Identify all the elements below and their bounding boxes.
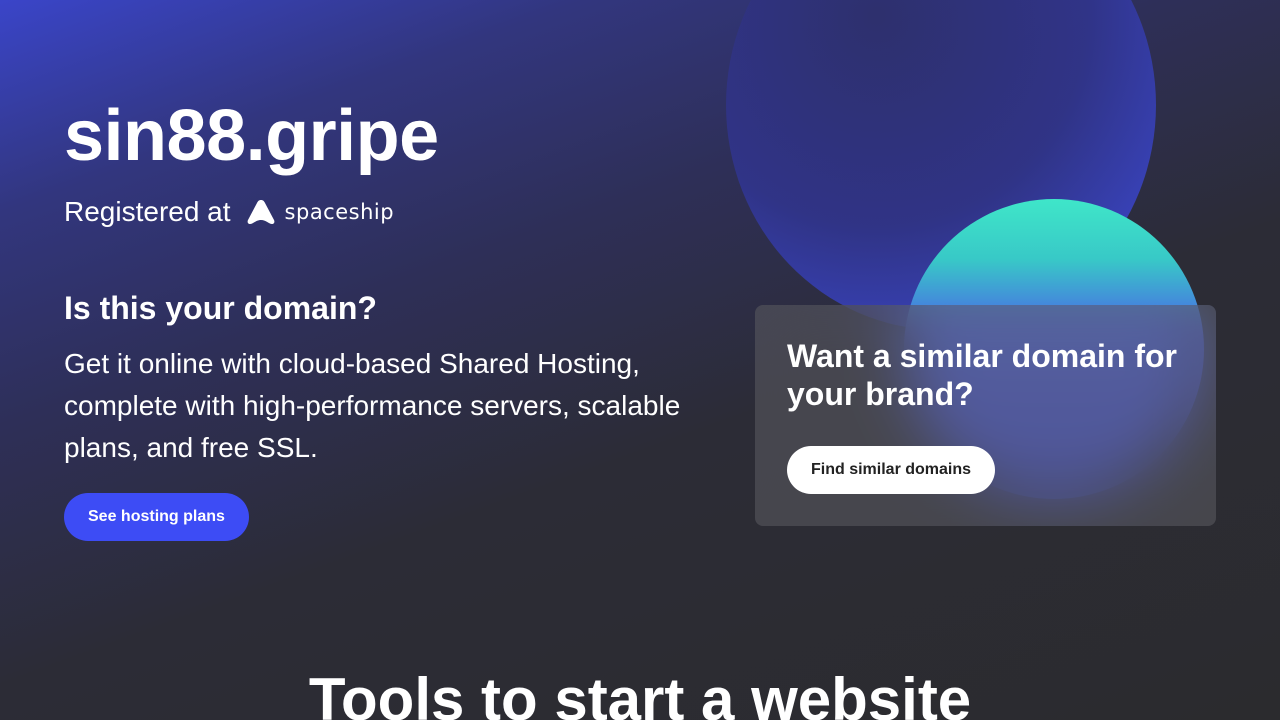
spaceship-logo-icon bbox=[247, 199, 275, 225]
ownership-question: Is this your domain? bbox=[64, 290, 377, 326]
spaceship-brand-link[interactable]: spaceship bbox=[247, 199, 395, 225]
domain-title: sin88.gripe bbox=[64, 96, 439, 176]
find-similar-domains-button[interactable]: Find similar domains bbox=[787, 446, 996, 494]
registered-at-label: Registered at bbox=[64, 196, 231, 227]
tools-section-heading: Tools to start a website bbox=[308, 666, 972, 720]
see-hosting-plans-button[interactable]: See hosting plans bbox=[64, 493, 249, 541]
similar-domain-card: Want a similar domain for your brand? Fi… bbox=[755, 305, 1216, 526]
registrar-line: Registered at spaceship bbox=[64, 194, 394, 230]
spaceship-brand-name: spaceship bbox=[284, 200, 395, 224]
similar-domain-title: Want a similar domain for your brand? bbox=[787, 338, 1177, 412]
hosting-description: Get it online with cloud-based Shared Ho… bbox=[64, 348, 681, 463]
